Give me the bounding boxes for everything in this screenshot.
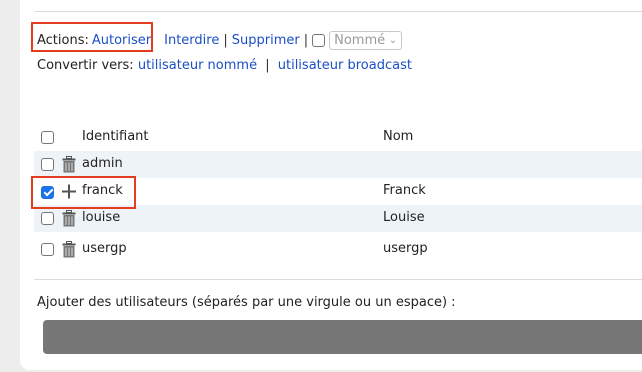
highlight-box [31,22,153,52]
table-row: usergp usergp [34,236,642,263]
actions-checkbox[interactable] [312,33,326,47]
select-all-checkbox[interactable] [41,131,54,144]
trash-icon[interactable] [62,210,76,227]
row-identifiant: louise [82,210,121,225]
divider [34,279,642,280]
convert-named-user-link[interactable]: utilisateur nommé [138,58,257,73]
separator: | [223,32,228,48]
row-identifiant: usergp [82,241,127,256]
row-checkbox[interactable] [41,158,54,171]
trash-icon[interactable] [62,156,76,173]
row-nom: Franck [383,183,426,198]
row-identifiant: admin [82,156,123,171]
action-supprimer-link[interactable]: Supprimer [232,33,300,48]
row-checkbox[interactable] [41,212,54,225]
convert-broadcast-user-link[interactable]: utilisateur broadcast [278,58,412,73]
table-header: Identifiant Nom [34,124,642,151]
row-checkbox[interactable] [41,243,54,256]
convert-label: Convertir vers: [37,58,134,73]
table-row: louise Louise [34,205,642,232]
header-identifiant: Identifiant [82,129,149,144]
row-nom: usergp [383,241,428,256]
action-interdire-link[interactable]: Interdire [164,33,219,48]
highlight-box [31,176,136,209]
separator: | [265,58,270,73]
header-nom: Nom [383,129,414,144]
divider [34,11,642,12]
convert-bar: Convertir vers: utilisateur nommé | util… [37,58,412,73]
type-select-value: Nommé [334,32,386,48]
separator: | [303,32,309,48]
row-nom: Louise [383,210,425,225]
add-users-input[interactable] [43,320,642,354]
table-row: admin [34,151,642,178]
trash-icon[interactable] [62,241,76,258]
type-select[interactable]: Nommé ⌄ [329,30,403,50]
chevron-down-icon: ⌄ [388,34,398,46]
add-users-label: Ajouter des utilisateurs (séparés par un… [37,295,456,310]
